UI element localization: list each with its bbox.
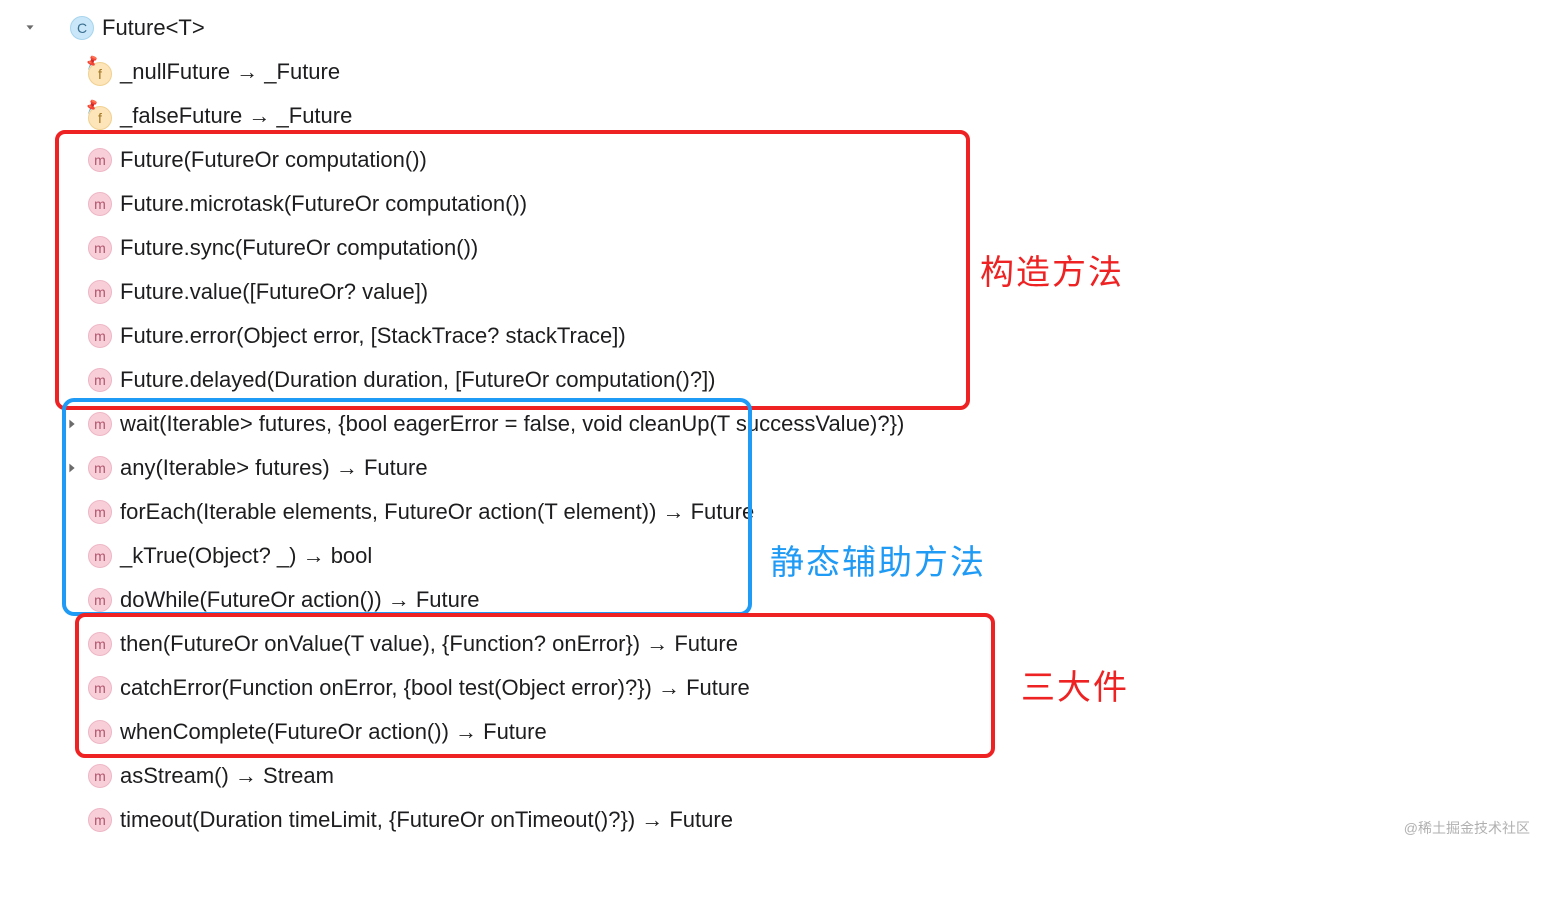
constructor-label: Future.sync(FutureOr computation()) bbox=[120, 235, 478, 261]
method-icon: m bbox=[88, 192, 112, 216]
method-icon: m bbox=[88, 588, 112, 612]
instance-method-row[interactable]: m timeout(Duration timeLimit, {FutureOr o… bbox=[0, 798, 1542, 842]
static-method-row[interactable]: m doWhile(FutureOr action()) → Future bbox=[0, 578, 1542, 622]
constructors-annotation: 构造方法 bbox=[980, 245, 1124, 294]
instance-method-label: whenComplete(FutureOr action()) → Future bbox=[120, 719, 547, 745]
class-icon: C bbox=[70, 16, 94, 40]
instance-method-label: catchError(Function onError, {bool test(… bbox=[120, 675, 750, 701]
method-icon: m bbox=[88, 148, 112, 172]
static-method-row[interactable]: m forEach(Iterable elements, FutureOr act… bbox=[0, 490, 1542, 534]
static-method-row[interactable]: m wait(Iterable> futures, {bool eagerErro… bbox=[0, 402, 1542, 446]
instance-method-row[interactable]: m then(FutureOr onValue(T value), {Functi… bbox=[0, 622, 1542, 666]
method-icon: m bbox=[88, 236, 112, 260]
method-icon: m bbox=[88, 412, 112, 436]
constructor-row[interactable]: m Future.delayed(Duration duration, [Futu… bbox=[0, 358, 1542, 402]
constructor-row[interactable]: m Future.sync(FutureOr computation()) bbox=[0, 226, 1542, 270]
method-icon: m bbox=[88, 808, 112, 832]
method-icon: m bbox=[88, 500, 112, 524]
instance-method-label: then(FutureOr onValue(T value), {Functio… bbox=[120, 631, 738, 657]
constructor-label: Future.delayed(Duration duration, [Futur… bbox=[120, 367, 716, 393]
static-method-label: any(Iterable> futures) → Future bbox=[120, 455, 428, 481]
instance-method-row[interactable]: m catchError(Function onError, {bool test… bbox=[0, 666, 1542, 710]
static-method-label: wait(Iterable> futures, {bool eagerError… bbox=[120, 411, 904, 437]
constructor-label: Future(FutureOr computation()) bbox=[120, 147, 427, 173]
constructor-row[interactable]: m Future(FutureOr computation()) bbox=[0, 138, 1542, 182]
method-icon: m bbox=[88, 544, 112, 568]
field-icon: f📌 bbox=[88, 103, 112, 130]
constructor-row[interactable]: m Future.microtask(FutureOr computation()… bbox=[0, 182, 1542, 226]
instance-method-label: asStream() → Stream bbox=[120, 763, 334, 789]
class-name: Future<T> bbox=[102, 15, 205, 41]
static-method-label: _kTrue(Object? _) → bool bbox=[120, 543, 372, 569]
method-icon: m bbox=[88, 764, 112, 788]
method-icon: m bbox=[88, 368, 112, 392]
static-method-row[interactable]: m any(Iterable> futures) → Future bbox=[0, 446, 1542, 490]
constructor-label: Future.value([FutureOr? value]) bbox=[120, 279, 428, 305]
method-icon: m bbox=[88, 324, 112, 348]
field-row[interactable]: f📌 _nullFuture → _Future bbox=[0, 50, 1542, 94]
static-method-label: forEach(Iterable elements, FutureOr acti… bbox=[120, 499, 754, 525]
method-icon: m bbox=[88, 720, 112, 744]
class-row[interactable]: C Future<T> bbox=[0, 6, 1542, 50]
static-annotation: 静态辅助方法 bbox=[770, 535, 986, 584]
field-row[interactable]: f📌 _falseFuture → _Future bbox=[0, 94, 1542, 138]
method-icon: m bbox=[88, 632, 112, 656]
method-icon: m bbox=[88, 280, 112, 304]
watermark: @稀土掘金技术社区 bbox=[1404, 818, 1530, 838]
chevron-right-icon[interactable] bbox=[62, 461, 82, 475]
instance-annotation: 三大件 bbox=[1021, 660, 1129, 709]
constructor-row[interactable]: m Future.error(Object error, [StackTrace?… bbox=[0, 314, 1542, 358]
field-icon: f📌 bbox=[88, 59, 112, 86]
field-label: _falseFuture → _Future bbox=[120, 103, 352, 129]
field-label: _nullFuture → _Future bbox=[120, 59, 340, 85]
constructor-label: Future.error(Object error, [StackTrace? … bbox=[120, 323, 626, 349]
instance-method-label: timeout(Duration timeLimit, {FutureOr on… bbox=[120, 807, 733, 833]
constructor-row[interactable]: m Future.value([FutureOr? value]) bbox=[0, 270, 1542, 314]
chevron-down-icon[interactable] bbox=[20, 21, 40, 35]
chevron-right-icon[interactable] bbox=[62, 417, 82, 431]
constructor-label: Future.microtask(FutureOr computation()) bbox=[120, 191, 527, 217]
method-icon: m bbox=[88, 676, 112, 700]
static-method-label: doWhile(FutureOr action()) → Future bbox=[120, 587, 479, 613]
instance-method-row[interactable]: m asStream() → Stream bbox=[0, 754, 1542, 798]
instance-method-row[interactable]: m whenComplete(FutureOr action()) → Futur… bbox=[0, 710, 1542, 754]
method-icon: m bbox=[88, 456, 112, 480]
